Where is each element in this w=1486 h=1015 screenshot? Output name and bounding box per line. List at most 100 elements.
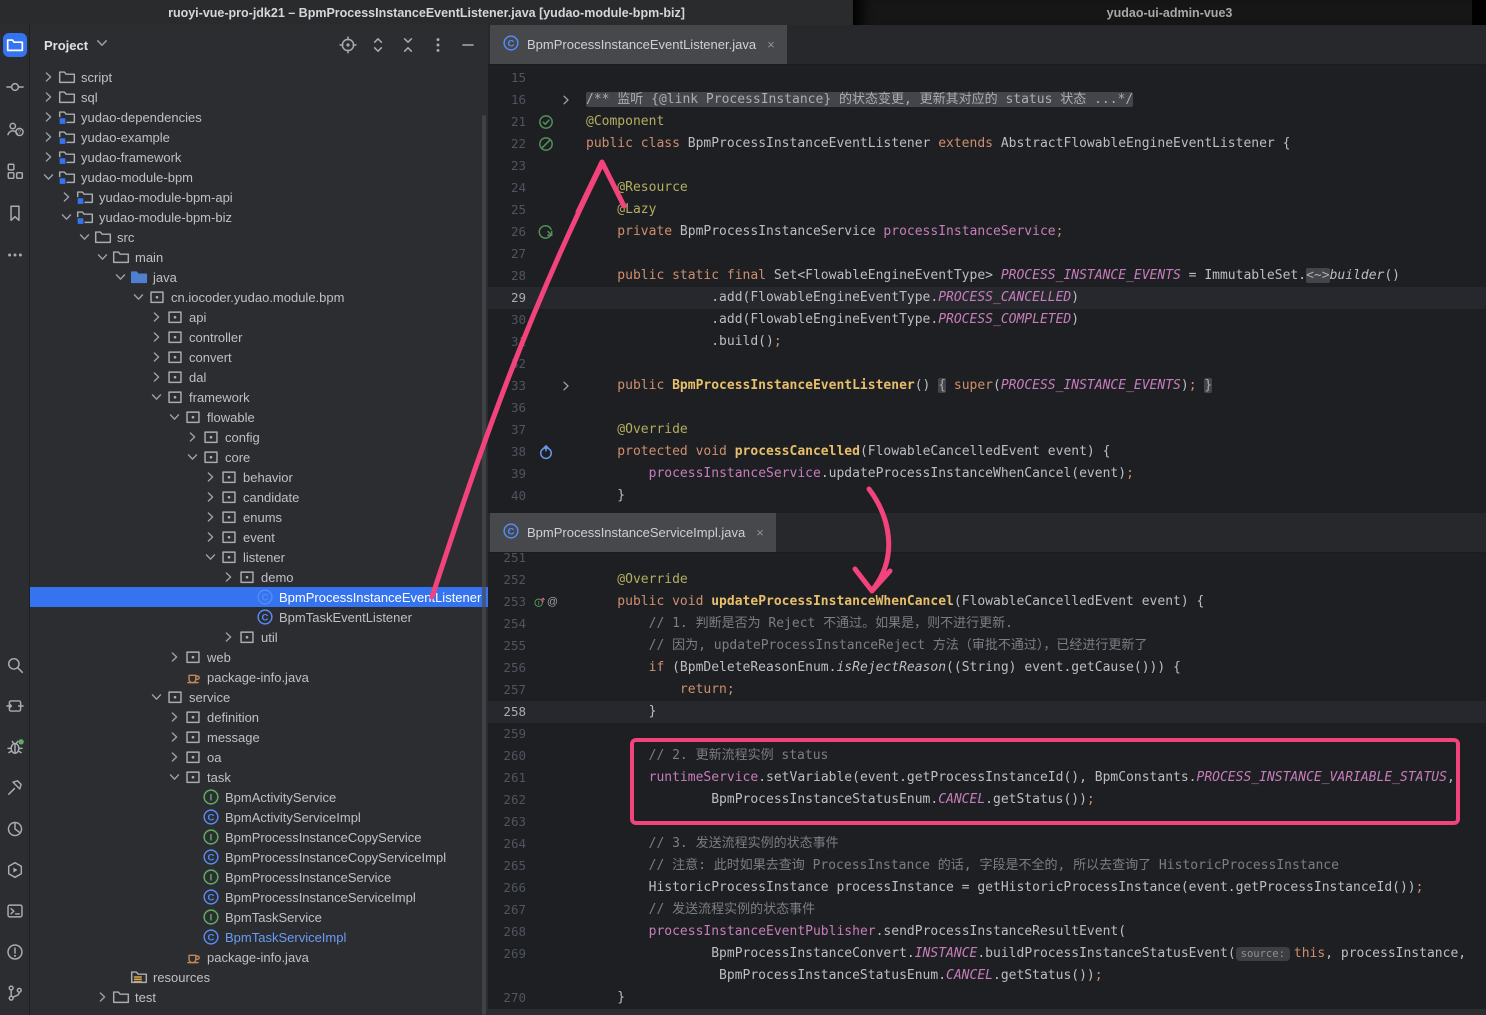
code-line-wrap[interactable]: BpmProcessInstanceStatusEnum.CANCEL.getS… [488, 965, 1486, 987]
profiler-icon[interactable] [3, 817, 27, 841]
tree-item-core[interactable]: core [30, 447, 488, 467]
chevron-down-icon[interactable] [40, 168, 57, 186]
tree-item-service[interactable]: service [30, 687, 488, 707]
code-area[interactable]: 251252 @Override253I@ public void update… [488, 547, 1486, 1009]
tree-item-resources[interactable]: resources [30, 967, 488, 987]
code-line-260[interactable]: 260 // 2. 更新流程实例 status [488, 745, 1486, 767]
close-icon[interactable]: × [752, 525, 764, 540]
fold-chevron-icon[interactable] [558, 89, 574, 111]
tree-item-yudao-module-bpm-biz[interactable]: yudao-module-bpm-biz [30, 207, 488, 227]
code-area[interactable]: 1516/** 监听 {@link ProcessInstance} 的状态变更… [488, 67, 1486, 507]
code-line-270[interactable]: 270 } [488, 987, 1486, 1009]
chevron-right-icon[interactable] [166, 708, 183, 726]
code-line-257[interactable]: 257 return; [488, 679, 1486, 701]
chevron-down-icon[interactable] [148, 688, 165, 706]
code-line-33[interactable]: 33 public BpmProcessInstanceEventListene… [488, 375, 1486, 397]
code-line-263[interactable]: 263 [488, 811, 1486, 833]
tab-bpmprocessinstanceeventlistener-java[interactable]: CBpmProcessInstanceEventListener.java× [490, 25, 787, 64]
commit-icon[interactable] [3, 75, 27, 99]
tree-item-script[interactable]: script [30, 67, 488, 87]
chevron-right-icon[interactable] [202, 468, 219, 486]
code-line-32[interactable]: 32 [488, 353, 1486, 375]
chevron-down-icon[interactable] [112, 268, 129, 286]
code-line-252[interactable]: 252 @Override [488, 569, 1486, 591]
code-line-36[interactable]: 36 [488, 397, 1486, 419]
tree-item-oa[interactable]: oa [30, 747, 488, 767]
chevron-down-icon[interactable] [94, 248, 111, 266]
code-line-266[interactable]: 266 HistoricProcessInstance processInsta… [488, 877, 1486, 899]
tree-item-cn-iocoder-yudao-module-bpm[interactable]: cn.iocoder.yudao.module.bpm [30, 287, 488, 307]
code-line-256[interactable]: 256 if (BpmDeleteReasonEnum.isRejectReas… [488, 657, 1486, 679]
code-line-29[interactable]: 29 .add(FlowableEngineEventType.PROCESS_… [488, 287, 1486, 309]
tree-item-framework[interactable]: framework [30, 387, 488, 407]
code-line-39[interactable]: 39 processInstanceService.updateProcessI… [488, 463, 1486, 485]
tree-item-test[interactable]: test [30, 987, 488, 1007]
chevron-right-icon[interactable] [202, 488, 219, 506]
editor-top[interactable]: CBpmProcessInstanceEventListener.java×15… [488, 25, 1486, 513]
code-line-22[interactable]: 22public class BpmProcessInstanceEventLi… [488, 133, 1486, 155]
build-icon[interactable] [3, 776, 27, 800]
code-line-255[interactable]: 255 // 因为, updateProcessInstanceReject 方… [488, 635, 1486, 657]
code-line-40[interactable]: 40 } [488, 485, 1486, 507]
code-line-23[interactable]: 23 [488, 155, 1486, 177]
chevron-down-icon[interactable] [148, 388, 165, 406]
tree-item-yudao-dependencies[interactable]: yudao-dependencies [30, 107, 488, 127]
tree-item-flowable[interactable]: flowable [30, 407, 488, 427]
tree-item-package-info-java[interactable]: package-info.java [30, 947, 488, 967]
tree-item-bpmtaskservice[interactable]: IBpmTaskService [30, 907, 488, 927]
tree-item-listener[interactable]: listener [30, 547, 488, 567]
more-tool-windows-icon[interactable] [3, 243, 27, 267]
tree-item-web[interactable]: web [30, 647, 488, 667]
tree-item-message[interactable]: message [30, 727, 488, 747]
gutter-beanref-icon[interactable] [534, 221, 558, 243]
tree-item-bpmprocessinstancecopyservice[interactable]: IBpmProcessInstanceCopyService [30, 827, 488, 847]
search-icon[interactable] [3, 653, 27, 677]
chevron-down-icon[interactable] [202, 548, 219, 566]
code-line-269[interactable]: 269 BpmProcessInstanceConvert.INSTANCE.b… [488, 943, 1486, 965]
bookmarks-icon[interactable] [3, 201, 27, 225]
tree-item-convert[interactable]: convert [30, 347, 488, 367]
code-line-37[interactable]: 37 @Override [488, 419, 1486, 441]
gutter-bean-icon[interactable] [534, 133, 558, 155]
chevron-down-icon[interactable] [93, 34, 111, 57]
structure-icon[interactable] [3, 159, 27, 183]
chevron-right-icon[interactable] [220, 628, 237, 646]
collapse-all-icon[interactable] [398, 35, 418, 55]
gutter-impl-icon[interactable]: I@ [534, 591, 558, 613]
chevron-right-icon[interactable] [148, 348, 165, 366]
tree-item-package-info-java[interactable]: package-info.java [30, 667, 488, 687]
terminal-icon[interactable] [3, 899, 27, 923]
tree-item-yudao-framework[interactable]: yudao-framework [30, 147, 488, 167]
tree-item-api[interactable]: api [30, 307, 488, 327]
chevron-right-icon[interactable] [166, 748, 183, 766]
tree-item-sql[interactable]: sql [30, 87, 488, 107]
code-line-258[interactable]: 258 } [488, 701, 1486, 723]
code-line-31[interactable]: 31 .build(); [488, 331, 1486, 353]
tree-item-bpmprocessinstanceserviceimpl[interactable]: CBpmProcessInstanceServiceImpl [30, 887, 488, 907]
chevron-right-icon[interactable] [40, 148, 57, 166]
fold-chevron-icon[interactable] [558, 375, 574, 397]
expand-all-icon[interactable] [368, 35, 388, 55]
tree-item-task[interactable]: task [30, 767, 488, 787]
tree-item-java[interactable]: java [30, 267, 488, 287]
hide-icon[interactable] [458, 35, 478, 55]
code-line-259[interactable]: 259 [488, 723, 1486, 745]
locate-icon[interactable] [338, 35, 358, 55]
tree-item-event[interactable]: event [30, 527, 488, 547]
chevron-right-icon[interactable] [94, 988, 111, 1006]
code-line-15[interactable]: 15 [488, 67, 1486, 89]
code-line-262[interactable]: 262 BpmProcessInstanceStatusEnum.CANCEL.… [488, 789, 1486, 811]
chevron-down-icon[interactable] [184, 448, 201, 466]
code-line-267[interactable]: 267 // 发送流程实例的状态事件 [488, 899, 1486, 921]
run-icon[interactable] [3, 694, 27, 718]
tree-item-definition[interactable]: definition [30, 707, 488, 727]
tree-item-src[interactable]: src [30, 227, 488, 247]
chevron-right-icon[interactable] [40, 108, 57, 126]
tree-item-bpmactivityservice[interactable]: IBpmActivityService [30, 787, 488, 807]
code-line-265[interactable]: 265 // 注意: 此时如果去查询 ProcessInstance 的话, 字… [488, 855, 1486, 877]
chevron-right-icon[interactable] [40, 88, 57, 106]
version-control-icon[interactable] [3, 981, 27, 1005]
tree-item-bpmprocessinstanceeventlistener[interactable]: CBpmProcessInstanceEventListener [30, 587, 488, 607]
tree-item-bpmtaskeventlistener[interactable]: CBpmTaskEventListener [30, 607, 488, 627]
tree-item-yudao-module-bpm[interactable]: yudao-module-bpm [30, 167, 488, 187]
